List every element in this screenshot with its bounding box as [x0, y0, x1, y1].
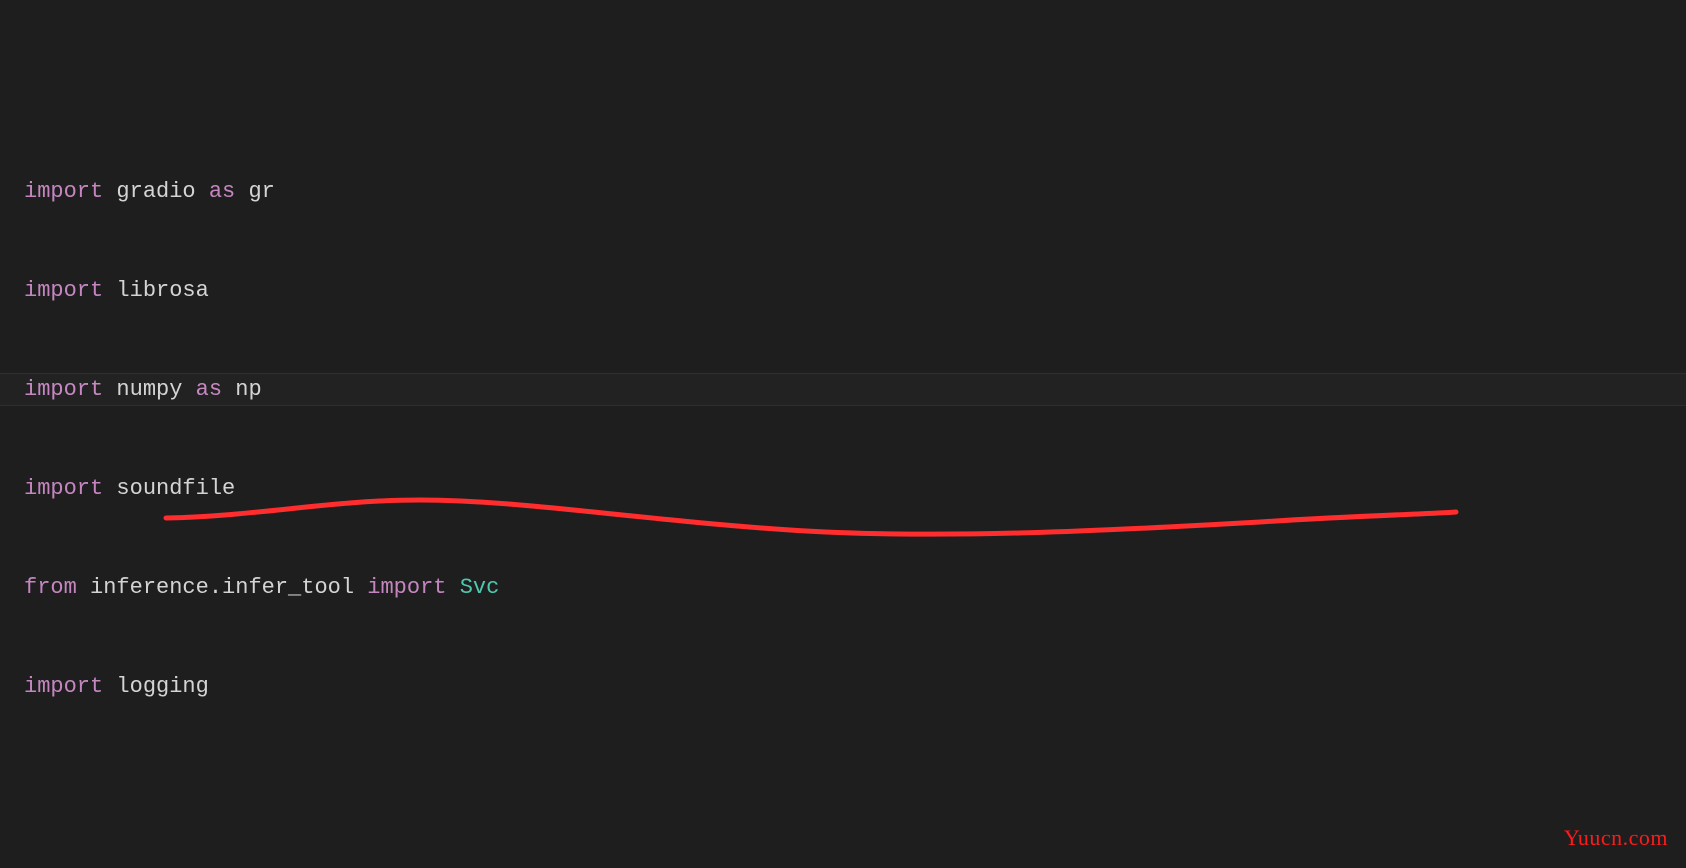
code-editor[interactable]: import gradio as gr import librosa impor… — [0, 0, 1686, 868]
code-line[interactable] — [24, 769, 1686, 802]
code-line[interactable]: from inference.infer_tool import Svc — [24, 571, 1686, 604]
code-line[interactable]: import soundfile — [24, 472, 1686, 505]
code-line[interactable]: import librosa — [24, 274, 1686, 307]
underline-annotation-icon — [0, 0, 1686, 868]
code-line[interactable]: import gradio as gr — [24, 175, 1686, 208]
watermark-text: Yuucn.com — [1564, 821, 1668, 854]
code-line[interactable]: import logging — [24, 670, 1686, 703]
code-line[interactable]: import numpy as np — [24, 373, 1686, 406]
